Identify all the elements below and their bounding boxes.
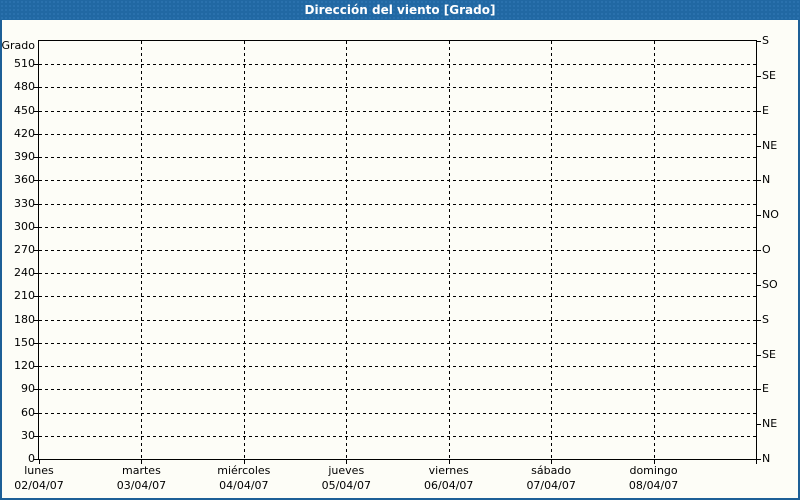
right-axis-tick: [756, 41, 761, 42]
y-axis-title: Grado: [1, 39, 36, 52]
y-gridline: [39, 180, 756, 182]
day-date: 04/04/07: [219, 479, 269, 492]
right-axis-tick: [756, 250, 761, 251]
right-tick-label: S: [762, 34, 769, 47]
day-label: domingo 08/04/07: [602, 463, 706, 493]
plot-area: [34, 40, 761, 464]
right-axis-tick: [756, 424, 761, 426]
day-date: 03/04/07: [116, 479, 167, 492]
day-date: 05/04/07: [321, 479, 371, 492]
right-tick-label: S: [762, 312, 769, 326]
chart-title: Dirección del viento [Grado]: [304, 3, 496, 17]
day-label: miércoles 04/04/07: [192, 463, 296, 493]
day-label: sábado 07/04/07: [499, 463, 603, 493]
y-gridline: [39, 296, 756, 298]
day-date: 06/04/07: [424, 479, 474, 492]
day-name: viernes: [428, 464, 469, 477]
right-tick-label: NO: [762, 208, 779, 222]
y-gridline: [39, 203, 756, 205]
day-name: martes: [122, 464, 161, 477]
day-date: 08/04/07: [628, 479, 679, 492]
y-tick-label: 150: [14, 335, 35, 349]
right-axis-tick: [756, 319, 761, 321]
right-tick-label: NE: [762, 417, 778, 431]
x-gridline: [653, 41, 655, 459]
right-axis-tick: [756, 354, 761, 356]
right-axis-tick: [756, 215, 761, 217]
right-tick-label: N: [762, 173, 771, 187]
x-gridline: [551, 41, 553, 459]
y-tick-label: 360: [14, 173, 35, 187]
day-date: 02/04/07: [14, 479, 64, 492]
y-tick-label: 90: [21, 382, 35, 396]
x-gridline: [243, 41, 245, 459]
right-tick-label: E: [762, 382, 769, 396]
right-axis-tick: [756, 75, 761, 77]
y-gridline: [39, 157, 756, 159]
y-tick-label: 510: [14, 57, 35, 71]
day-name: miércoles: [217, 464, 271, 477]
day-name: domingo: [629, 464, 678, 477]
day-name: lunes: [24, 464, 54, 477]
right-tick-label: SE: [762, 347, 776, 361]
right-tick-label: SO: [762, 277, 778, 291]
right-tick-label: SE: [762, 68, 776, 82]
y-gridline: [39, 273, 756, 275]
y-gridline: [39, 435, 756, 437]
right-tick-label: NE: [762, 138, 778, 152]
y-gridline: [39, 133, 756, 135]
right-axis-tick: [756, 110, 761, 112]
y-gridline: [39, 87, 756, 89]
chart-titlebar: Dirección del viento [Grado]: [0, 0, 800, 20]
y-gridline: [39, 64, 756, 66]
y-gridline: [39, 250, 756, 251]
y-tick-label: 330: [14, 196, 35, 210]
right-axis-tick: [756, 180, 761, 182]
y-tick-label: 30: [21, 428, 35, 442]
y-tick-label: 240: [14, 266, 35, 280]
y-tick-label: 60: [21, 405, 35, 419]
y-gridline: [39, 412, 756, 414]
day-name: jueves: [328, 464, 365, 477]
day-label: jueves 05/04/07: [294, 463, 398, 493]
y-tick-label: 120: [14, 359, 35, 373]
y-tick-label: 300: [14, 219, 35, 233]
y-tick-label: 270: [14, 243, 35, 256]
day-label: viernes 06/04/07: [397, 463, 501, 493]
y-tick-label: 420: [14, 126, 35, 140]
right-tick-label: O: [762, 243, 771, 256]
right-tick-label: E: [762, 103, 769, 117]
right-axis-tick: [756, 389, 761, 391]
x-axis-tick: [756, 459, 757, 464]
y-gridline: [39, 319, 756, 321]
day-label: martes 03/04/07: [89, 463, 193, 493]
y-tick-label: 210: [14, 289, 35, 303]
y-gridline: [39, 110, 756, 112]
y-tick-label: 450: [14, 103, 35, 117]
y-gridline: [39, 226, 756, 228]
y-tick-label: 180: [14, 312, 35, 326]
day-name: sábado: [531, 464, 572, 477]
y-tick-label: 390: [14, 150, 35, 164]
right-axis-tick: [756, 145, 761, 147]
x-gridline: [448, 41, 450, 459]
y-gridline: [39, 366, 756, 368]
right-tick-label: N: [762, 452, 771, 465]
day-label: lunes 02/04/07: [0, 463, 91, 493]
day-date: 07/04/07: [526, 479, 576, 492]
chart-window: Dirección del viento [Grado] Grado 0 30 60…: [0, 0, 800, 500]
x-gridline: [346, 41, 348, 459]
y-gridline: [39, 342, 756, 344]
y-gridline: [39, 389, 756, 391]
right-axis-tick: [756, 284, 761, 286]
y-tick-label: 480: [14, 80, 35, 94]
x-gridline: [141, 41, 143, 459]
